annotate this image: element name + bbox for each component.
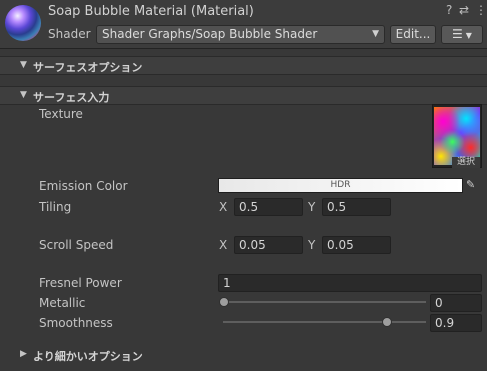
tiling-x-axis-label: X	[219, 200, 228, 214]
metallic-label: Metallic	[39, 296, 86, 310]
tiling-x-field[interactable]: 0.5	[234, 198, 303, 216]
help-icon[interactable]: ?	[446, 3, 452, 17]
chevron-down-icon: ▼	[372, 29, 379, 39]
smoothness-slider-knob[interactable]	[381, 317, 392, 327]
section-surface-options-label: サーフェスオプション	[33, 61, 143, 74]
list-icon: ☰	[452, 27, 463, 41]
tiling-label: Tiling	[39, 200, 72, 214]
more-menu-icon[interactable]: ⋮	[475, 3, 487, 17]
foldout-expanded-icon: ▼	[20, 60, 27, 70]
hdr-label: HDR	[330, 180, 351, 190]
scroll-speed-x-field[interactable]: 0.05	[234, 236, 303, 254]
smoothness-field[interactable]: 0.9	[430, 314, 482, 332]
fresnel-power-label: Fresnel Power	[39, 276, 122, 290]
emission-color-field[interactable]: HDR	[218, 178, 463, 193]
preset-icon[interactable]: ⇄	[459, 3, 469, 17]
scroll-speed-label: Scroll Speed	[39, 238, 114, 252]
shader-label: Shader	[48, 27, 91, 41]
shader-dropdown-value: Shader Graphs/Soap Bubble Shader	[102, 27, 318, 41]
material-preview-icon	[5, 5, 41, 41]
section-advanced-options[interactable]: ▶ より細かいオプション	[0, 346, 487, 365]
metallic-slider-track[interactable]	[223, 301, 426, 303]
foldout-collapsed-icon: ▶	[20, 349, 27, 359]
scroll-y-axis-label: Y	[308, 238, 316, 252]
foldout-expanded-icon: ▼	[20, 90, 27, 100]
texture-label: Texture	[39, 107, 83, 121]
edit-shader-button[interactable]: Edit...	[390, 25, 436, 44]
tiling-y-axis-label: Y	[308, 200, 316, 214]
section-surface-inputs[interactable]: ▼ サーフェス入力	[0, 86, 487, 105]
eyedropper-icon[interactable]: ✎	[466, 178, 475, 191]
scroll-speed-y-field[interactable]: 0.05	[322, 236, 391, 254]
smoothness-slider-track[interactable]	[223, 321, 426, 323]
section-surface-inputs-label: サーフェス入力	[33, 91, 110, 104]
texture-select-button[interactable]: 選択	[452, 157, 480, 168]
smoothness-label: Smoothness	[39, 316, 113, 330]
scroll-x-axis-label: X	[219, 238, 228, 252]
chevron-down-icon: ▼	[465, 31, 472, 40]
section-surface-options[interactable]: ▼ サーフェスオプション	[0, 56, 487, 75]
metallic-field[interactable]: 0	[430, 294, 482, 312]
shader-dropdown[interactable]: Shader Graphs/Soap Bubble Shader ▼	[96, 25, 385, 44]
metallic-slider-knob[interactable]	[219, 297, 229, 307]
fresnel-power-field[interactable]: 1	[218, 274, 482, 292]
shader-options-button[interactable]: ☰ ▼	[441, 25, 483, 44]
tiling-y-field[interactable]: 0.5	[322, 198, 391, 216]
emission-color-label: Emission Color	[39, 179, 128, 193]
section-advanced-options-label: より細かいオプション	[33, 350, 143, 363]
material-title: Soap Bubble Material (Material)	[48, 4, 254, 19]
